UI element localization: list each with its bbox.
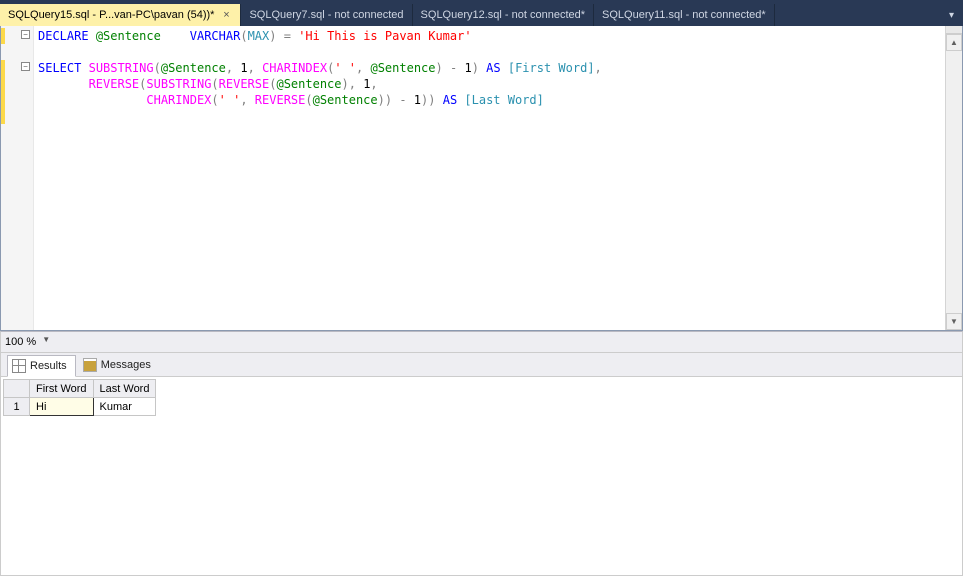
- table-row[interactable]: 1 Hi Kumar: [4, 398, 156, 416]
- num: 1: [414, 93, 421, 107]
- editor-gutter: − −: [1, 26, 34, 330]
- results-pane: First Word Last Word 1 Hi Kumar: [0, 377, 963, 576]
- tab-sqlquery12[interactable]: SQLQuery12.sql - not connected*: [413, 4, 594, 26]
- fn-reverse: REVERSE: [255, 93, 306, 107]
- tab-results[interactable]: Results: [7, 355, 76, 377]
- var-sentence: @Sentence: [96, 29, 161, 43]
- change-marker: [1, 60, 5, 124]
- split-handle-icon[interactable]: [946, 26, 962, 34]
- tab-sqlquery11[interactable]: SQLQuery11.sql - not connected*: [594, 4, 775, 26]
- num: 1: [240, 61, 247, 75]
- grid-icon: [12, 359, 26, 373]
- tab-messages[interactable]: Messages: [78, 354, 160, 376]
- var-sentence: @Sentence: [313, 93, 378, 107]
- zoom-dropdown-icon[interactable]: ▼: [40, 335, 52, 349]
- zoom-value[interactable]: 100 %: [5, 336, 36, 348]
- fn-substring: SUBSTRING: [89, 61, 154, 75]
- results-tab-bar: Results Messages: [0, 353, 963, 377]
- var-sentence: @Sentence: [370, 61, 435, 75]
- string-literal: 'Hi This is Pavan Kumar': [298, 29, 471, 43]
- grid-header-row: First Word Last Word: [4, 380, 156, 398]
- var-sentence: @Sentence: [276, 77, 341, 91]
- change-marker: [1, 28, 5, 44]
- document-tab-bar: SQLQuery15.sql - P...van-PC\pavan (54))*…: [0, 4, 963, 26]
- results-grid[interactable]: First Word Last Word 1 Hi Kumar: [3, 379, 156, 416]
- var-sentence: @Sentence: [161, 61, 226, 75]
- tab-label: SQLQuery11.sql - not connected*: [602, 9, 766, 21]
- scroll-up-icon[interactable]: ▲: [946, 34, 962, 51]
- col-last-word[interactable]: Last Word: [93, 380, 156, 398]
- tab-sqlquery15[interactable]: SQLQuery15.sql - P...van-PC\pavan (54))*…: [0, 4, 241, 26]
- tab-label: SQLQuery12.sql - not connected*: [421, 9, 585, 21]
- alias-last-word: [Last Word]: [464, 93, 543, 107]
- fold-toggle-icon[interactable]: −: [21, 30, 30, 39]
- kw-as: AS: [486, 61, 500, 75]
- vertical-scrollbar[interactable]: ▲ ▼: [945, 26, 962, 330]
- tab-results-label: Results: [30, 360, 67, 372]
- string-space: ' ': [219, 93, 241, 107]
- fn-reverse: REVERSE: [89, 77, 140, 91]
- tab-label: SQLQuery7.sql - not connected: [249, 9, 403, 21]
- cell-first-word[interactable]: Hi: [30, 398, 94, 416]
- code-area[interactable]: DECLARE @Sentence VARCHAR(MAX) = 'Hi Thi…: [34, 26, 945, 330]
- tab-label: SQLQuery15.sql - P...van-PC\pavan (54))*: [8, 9, 214, 21]
- kw-as: AS: [443, 93, 457, 107]
- op-eq: =: [284, 29, 291, 43]
- tab-sqlquery7[interactable]: SQLQuery7.sql - not connected: [241, 4, 412, 26]
- tab-overflow-controls: ▾: [946, 4, 963, 26]
- sql-editor: − − DECLARE @Sentence VARCHAR(MAX) = 'Hi…: [0, 26, 963, 331]
- tab-messages-label: Messages: [101, 359, 151, 371]
- row-header-corner[interactable]: [4, 380, 30, 398]
- close-icon[interactable]: ×: [220, 9, 232, 21]
- fold-toggle-icon[interactable]: −: [21, 62, 30, 71]
- fn-charindex: CHARINDEX: [262, 61, 327, 75]
- cell-last-word[interactable]: Kumar: [93, 398, 156, 416]
- kw-select: SELECT: [38, 61, 81, 75]
- fn-charindex: CHARINDEX: [146, 93, 211, 107]
- string-space: ' ': [334, 61, 356, 75]
- num: 1: [464, 61, 471, 75]
- scroll-down-icon[interactable]: ▼: [946, 313, 962, 330]
- fn-substring: SUBSTRING: [146, 77, 211, 91]
- alias-first-word: [First Word]: [508, 61, 595, 75]
- kw-max: MAX: [248, 29, 270, 43]
- row-number[interactable]: 1: [4, 398, 30, 416]
- col-first-word[interactable]: First Word: [30, 380, 94, 398]
- tab-overflow-menu-icon[interactable]: ▾: [946, 10, 957, 21]
- fn-reverse: REVERSE: [219, 77, 270, 91]
- kw-declare: DECLARE: [38, 29, 89, 43]
- messages-icon: [83, 358, 97, 372]
- scroll-track[interactable]: [946, 51, 962, 313]
- kw-varchar: VARCHAR: [190, 29, 241, 43]
- zoom-bar: 100 % ▼: [0, 331, 963, 353]
